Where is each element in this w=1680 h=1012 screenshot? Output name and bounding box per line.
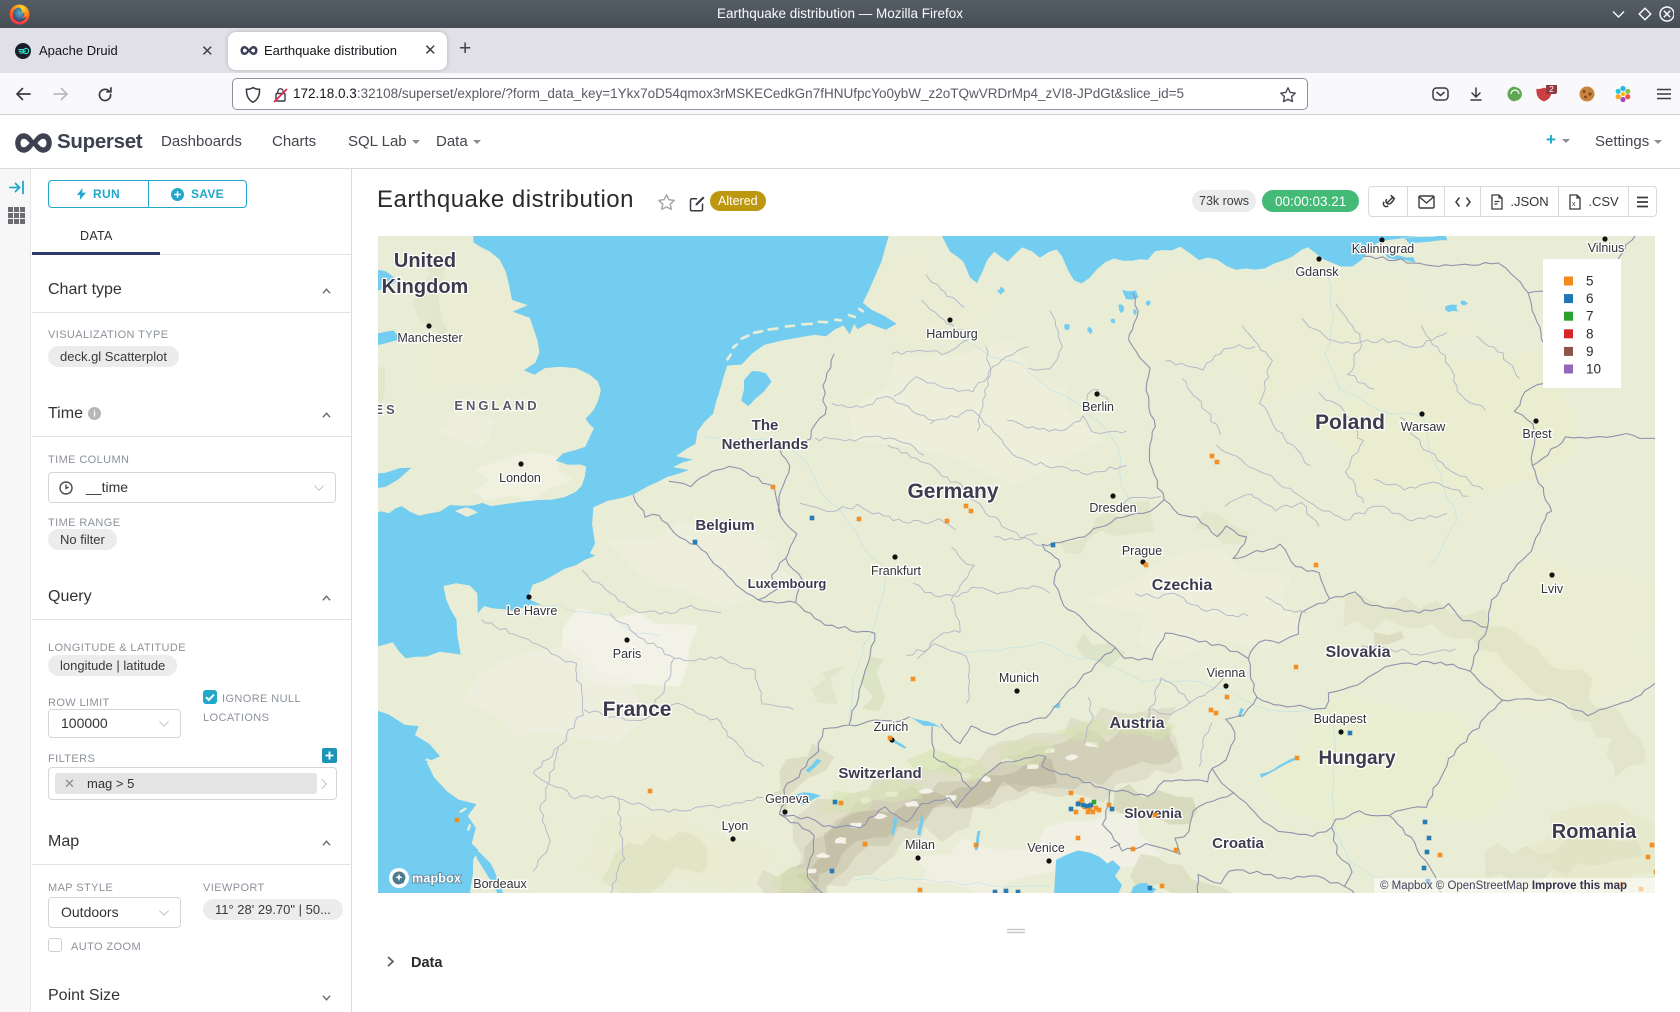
svg-text:6: 6 — [1586, 291, 1594, 306]
svg-text:Budapest: Budapest — [1314, 712, 1367, 726]
svg-text:Slovakia: Slovakia — [1326, 644, 1391, 661]
svg-text:Brest: Brest — [1522, 427, 1552, 441]
svg-text:Berlin: Berlin — [1082, 400, 1114, 414]
svg-text:Bordeaux: Bordeaux — [473, 877, 527, 891]
svg-text:Prague: Prague — [1122, 544, 1162, 558]
svg-text:United: United — [394, 250, 456, 272]
svg-text:7: 7 — [1586, 309, 1594, 324]
svg-text:Dresden: Dresden — [1089, 501, 1136, 515]
svg-text:x: x — [1572, 201, 1576, 208]
svg-text:Kingdom: Kingdom — [382, 276, 469, 298]
svg-text:2: 2 — [1549, 85, 1554, 94]
svg-text:Romania: Romania — [1552, 821, 1637, 843]
svg-text:Milan: Milan — [905, 838, 935, 852]
svg-text:Vienna: Vienna — [1207, 666, 1246, 680]
svg-text:Manchester: Manchester — [397, 331, 462, 345]
svg-text:Belgium: Belgium — [695, 517, 754, 534]
svg-text:© Mapbox © OpenStreetMap Impro: © Mapbox © OpenStreetMap Improve this ma… — [1380, 880, 1627, 892]
svg-text:Hungary: Hungary — [1318, 748, 1396, 769]
svg-text:Warsaw: Warsaw — [1401, 420, 1447, 434]
svg-text:mapbox: mapbox — [412, 872, 461, 886]
svg-text:ES: ES — [378, 402, 398, 417]
svg-text:Czechia: Czechia — [1152, 577, 1213, 594]
svg-text:Kaliningrad: Kaliningrad — [1352, 242, 1415, 256]
svg-text:Lviv: Lviv — [1541, 582, 1564, 596]
svg-text:The: The — [752, 417, 779, 434]
svg-text:Austria: Austria — [1109, 715, 1164, 732]
svg-text:Netherlands: Netherlands — [722, 436, 809, 453]
svg-text:Geneva: Geneva — [765, 792, 809, 806]
svg-text:Venice: Venice — [1027, 841, 1065, 855]
svg-text:10: 10 — [1586, 362, 1601, 377]
svg-text:Munich: Munich — [999, 671, 1039, 685]
svg-text:9: 9 — [1586, 344, 1594, 359]
svg-text:Frankfurt: Frankfurt — [871, 564, 922, 578]
svg-text:Le Havre: Le Havre — [507, 604, 558, 618]
svg-text:ENGLAND: ENGLAND — [454, 398, 539, 413]
svg-text:London: London — [499, 471, 541, 485]
svg-text:Croatia: Croatia — [1212, 835, 1264, 852]
svg-text:Poland: Poland — [1315, 411, 1385, 434]
svg-text:Switzerland: Switzerland — [838, 765, 921, 782]
svg-text:France: France — [603, 698, 672, 721]
svg-text:8: 8 — [1586, 326, 1594, 341]
svg-text:Germany: Germany — [907, 480, 998, 503]
svg-text:Hamburg: Hamburg — [926, 327, 977, 341]
svg-text:Vilnius: Vilnius — [1588, 241, 1625, 255]
svg-text:5: 5 — [1586, 274, 1594, 289]
svg-text:Lyon: Lyon — [722, 819, 749, 833]
svg-text:Luxembourg: Luxembourg — [748, 576, 827, 591]
svg-text:Zurich: Zurich — [874, 720, 909, 734]
svg-text:Gdansk: Gdansk — [1295, 265, 1339, 279]
svg-text:Paris: Paris — [613, 647, 641, 661]
